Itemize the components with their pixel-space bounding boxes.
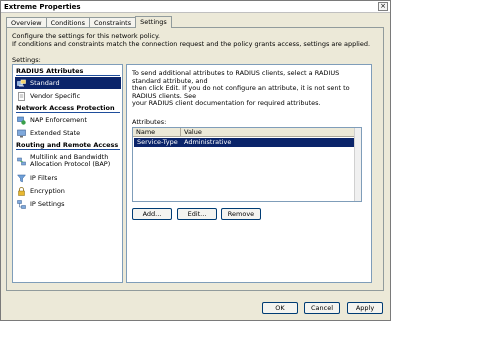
nav-section-radius: RADIUS Attributes [16, 67, 84, 75]
nav-label-multilink: Multilink and Bandwidth Allocation Proto… [30, 154, 110, 168]
filter-icon [17, 174, 26, 182]
nav-label-ip-filters: IP Filters [30, 173, 58, 182]
nav-item-vendor-specific[interactable]: Vendor Specific [15, 90, 121, 102]
vertical-scrollbar[interactable] [354, 128, 361, 201]
nav-item-extended-state[interactable]: Extended State [15, 127, 121, 139]
nav-label-extended-state: Extended State [30, 128, 81, 137]
section-divider [16, 149, 120, 150]
nav-item-encryption[interactable]: Encryption [15, 185, 121, 197]
cancel-button[interactable]: Cancel [304, 302, 340, 314]
ok-button[interactable]: OK [262, 302, 298, 314]
nav-item-standard[interactable]: Standard [15, 77, 121, 89]
nav-label-multilink-line-2: Allocation Protocol (BAP) [30, 160, 111, 168]
network-icon [17, 199, 26, 209]
remove-button[interactable]: Remove [221, 208, 261, 220]
title-bar: Extreme Properties × [1, 1, 390, 13]
add-button[interactable]: Add... [132, 208, 172, 220]
attributes-list[interactable]: Name Value Service-Type Administrative [132, 127, 362, 202]
apply-button[interactable]: Apply [347, 302, 383, 314]
monitor-icon [17, 129, 26, 137]
section-divider [16, 112, 120, 113]
content-description-line-2: then click Edit. If you do not configure… [132, 84, 350, 100]
radius-icon [17, 79, 26, 86]
nav-item-multilink[interactable]: Multilink and Bandwidth Allocation Proto… [15, 151, 121, 171]
content-description-line-1: To send additional attributes to RADIUS … [132, 69, 340, 85]
document-icon [18, 91, 25, 101]
nav-item-ip-settings[interactable]: IP Settings [15, 198, 121, 210]
column-header-name[interactable]: Name [133, 128, 181, 137]
edit-button[interactable]: Edit... [177, 208, 217, 220]
settings-label: Settings: [12, 56, 41, 64]
nav-label-encryption: Encryption [30, 186, 65, 195]
content-description: To send additional attributes to RADIUS … [132, 69, 364, 108]
nav-label-standard: Standard [30, 78, 60, 87]
nav-item-ip-filters[interactable]: IP Filters [15, 172, 121, 184]
multilink-icon [17, 157, 26, 165]
column-header-value[interactable]: Value [181, 128, 355, 137]
content-description-line-3: your RADIUS client documentation for req… [132, 99, 321, 107]
table-row[interactable]: Service-Type Administrative [134, 138, 355, 147]
nap-icon [17, 116, 26, 125]
page-description: Configure the settings for this network … [12, 32, 371, 48]
nav-section-nap: Network Access Protection [16, 104, 115, 112]
nav-label-ip-settings: IP Settings [30, 199, 65, 208]
nav-label-nap-enforcement: NAP Enforcement [30, 115, 87, 124]
dialog-title: Extreme Properties [4, 3, 81, 11]
nav-label-vendor-specific: Vendor Specific [30, 91, 81, 100]
nav-section-rras: Routing and Remote Access [16, 141, 119, 149]
lock-icon [18, 186, 25, 196]
description-line-2: If conditions and constraints match the … [12, 39, 371, 48]
close-button[interactable]: × [378, 2, 388, 11]
nav-item-nap-enforcement[interactable]: NAP Enforcement [15, 114, 121, 126]
attribute-name-cell: Service-Type [137, 138, 178, 146]
section-divider [16, 75, 120, 76]
tab-settings[interactable]: Settings [135, 16, 172, 28]
attributes-label: Attributes: [132, 118, 167, 126]
settings-nav-tree: RADIUS Attributes Standard Vendor Specif… [12, 64, 123, 283]
attribute-value-cell: Administrative [184, 138, 232, 146]
